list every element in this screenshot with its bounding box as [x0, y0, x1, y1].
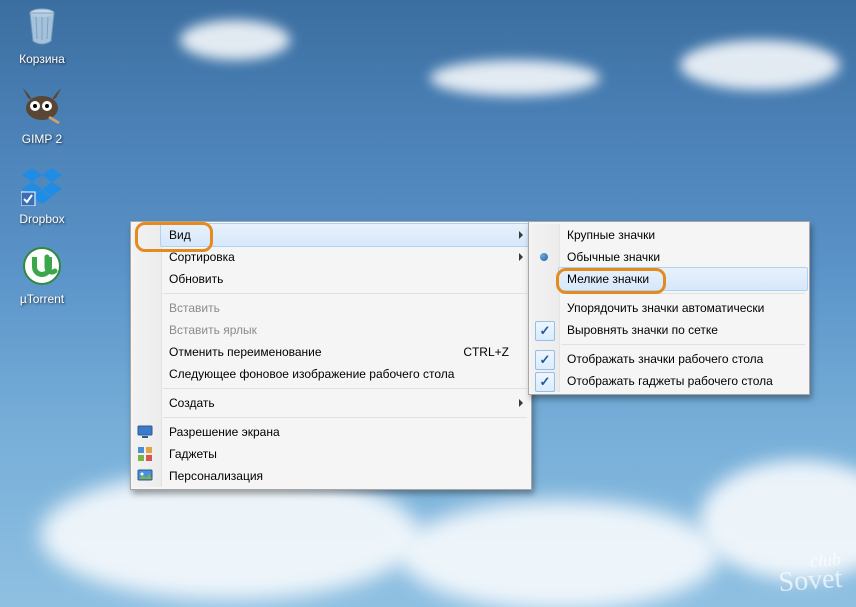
menu-item-gadgets[interactable]: Гаджеты [161, 443, 529, 465]
checkmark-icon: ✓ [535, 372, 555, 392]
chevron-right-icon [519, 253, 523, 261]
desktop-icon-recycle-bin[interactable]: Корзина [6, 4, 78, 66]
submenu-item-align-grid[interactable]: ✓ Выровнять значки по сетке [559, 319, 807, 341]
menu-separator [163, 388, 527, 389]
submenu-item-auto-arrange[interactable]: Упорядочить значки автоматически [559, 297, 807, 319]
menu-label: Отменить переименование [169, 345, 322, 359]
radio-selected-icon [540, 253, 548, 261]
menu-label: Следующее фоновое изображение рабочего с… [169, 367, 454, 381]
desktop-icon-gimp[interactable]: GIMP 2 [6, 84, 78, 146]
submenu-item-small-icons[interactable]: Мелкие значки [558, 267, 808, 291]
menu-label: Обновить [169, 272, 223, 286]
desktop-icons-column: Корзина GIMP 2 [6, 4, 78, 324]
cloud [700, 460, 856, 580]
cloud [680, 40, 840, 90]
desktop-icon-label: Корзина [19, 52, 65, 66]
chevron-right-icon [519, 399, 523, 407]
submenu-item-medium-icons[interactable]: Обычные значки [559, 246, 807, 268]
chevron-right-icon [519, 231, 523, 239]
menu-label: Сортировка [169, 250, 235, 264]
menu-item-paste: Вставить [161, 297, 529, 319]
menu-label: Мелкие значки [567, 272, 649, 286]
cloud [430, 60, 600, 96]
menu-label: Разрешение экрана [169, 425, 280, 439]
checkmark-icon: ✓ [535, 350, 555, 370]
menu-label: Вставить [169, 301, 220, 315]
gadgets-icon [137, 446, 153, 462]
menu-item-undo-rename[interactable]: Отменить переименование CTRL+Z [161, 341, 529, 363]
menu-label: Персонализация [169, 469, 263, 483]
cloud [180, 20, 290, 60]
menu-shortcut: CTRL+Z [463, 341, 509, 363]
menu-separator [561, 344, 805, 345]
submenu-item-large-icons[interactable]: Крупные значки [559, 224, 807, 246]
menu-separator [561, 293, 805, 294]
menu-label: Крупные значки [567, 228, 655, 242]
submenu-item-show-gadgets[interactable]: ✓ Отображать гаджеты рабочего стола [559, 370, 807, 392]
desktop-icon-dropbox[interactable]: Dropbox [6, 164, 78, 226]
utorrent-icon [20, 244, 64, 288]
desktop-icon-utorrent[interactable]: µTorrent [6, 244, 78, 306]
menu-item-sort[interactable]: Сортировка [161, 246, 529, 268]
menu-label: Упорядочить значки автоматически [567, 301, 764, 315]
desktop[interactable]: Корзина GIMP 2 [0, 0, 856, 607]
menu-item-next-wallpaper[interactable]: Следующее фоновое изображение рабочего с… [161, 363, 529, 385]
menu-item-personalize[interactable]: Персонализация [161, 465, 529, 487]
menu-item-refresh[interactable]: Обновить [161, 268, 529, 290]
submenu-item-show-icons[interactable]: ✓ Отображать значки рабочего стола [559, 348, 807, 370]
menu-label: Создать [169, 396, 215, 410]
desktop-icon-label: µTorrent [20, 292, 64, 306]
menu-item-create[interactable]: Создать [161, 392, 529, 414]
menu-label: Вставить ярлык [169, 323, 257, 337]
view-submenu: Крупные значки Обычные значки Мелкие зна… [528, 221, 810, 395]
menu-item-paste-shortcut: Вставить ярлык [161, 319, 529, 341]
desktop-icon-label: Dropbox [19, 212, 64, 226]
desktop-icon-label: GIMP 2 [22, 132, 62, 146]
cloud [400, 500, 720, 607]
menu-label: Выровнять значки по сетке [567, 323, 718, 337]
checkmark-icon: ✓ [535, 321, 555, 341]
menu-label: Отображать значки рабочего стола [567, 352, 763, 366]
personalize-icon [137, 468, 153, 484]
desktop-context-menu: Вид Сортировка Обновить Вставить Вставит… [130, 221, 532, 490]
menu-label: Вид [169, 228, 191, 242]
gimp-icon [20, 84, 64, 128]
recycle-bin-icon [20, 4, 64, 48]
menu-separator [163, 417, 527, 418]
dropbox-icon [20, 164, 64, 208]
menu-item-resolution[interactable]: Разрешение экрана [161, 421, 529, 443]
menu-label: Обычные значки [567, 250, 660, 264]
menu-separator [163, 293, 527, 294]
menu-label: Гаджеты [169, 447, 217, 461]
menu-label: Отображать гаджеты рабочего стола [567, 374, 773, 388]
monitor-icon [137, 424, 153, 440]
menu-item-view[interactable]: Вид [160, 223, 530, 247]
